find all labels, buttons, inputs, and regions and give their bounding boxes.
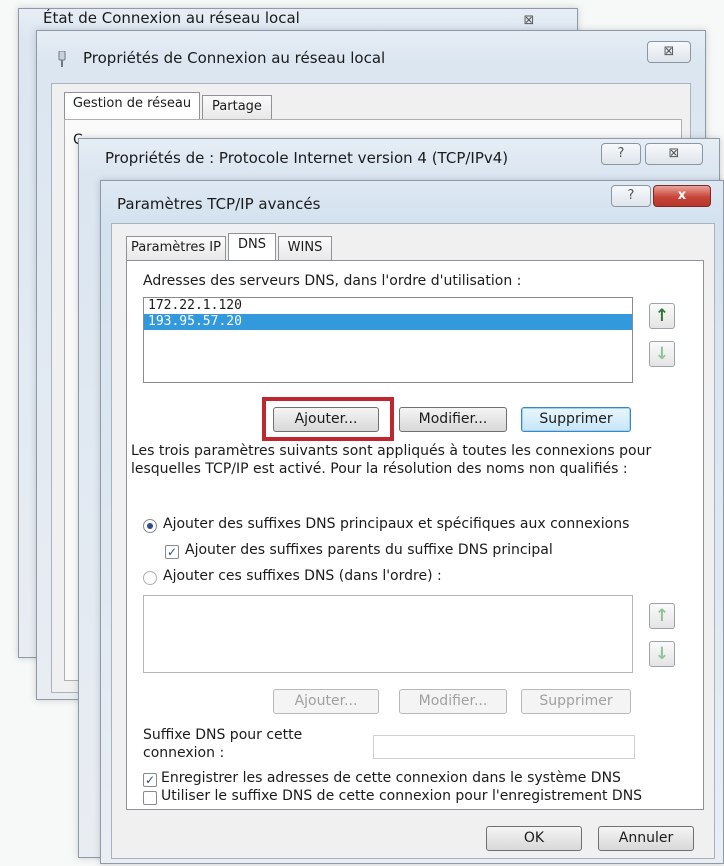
connection-suffix-label-line2: connexion : <box>143 745 225 761</box>
dialog-help-icon[interactable]: ? <box>611 185 651 207</box>
dialog-body: Paramètres IP DNS WINS Adresses des serv… <box>111 223 715 859</box>
checkbox-parent-suffixes-label: Ajouter des suffixes parents du suffixe … <box>185 542 553 558</box>
delete-suffix-button[interactable]: Supprimer <box>521 689 631 714</box>
delete-dns-server-button[interactable]: Supprimer <box>521 407 631 432</box>
cancel-button[interactable]: Annuler <box>598 826 694 851</box>
tab-wins[interactable]: WINS <box>278 236 332 260</box>
checkbox-use-suffix-registration-label: Utiliser le suffixe DNS de cette connexi… <box>161 788 643 804</box>
checkbox-use-suffix-registration[interactable] <box>143 791 157 805</box>
checkbox-register-addresses[interactable]: ✓ <box>143 773 157 787</box>
move-up-arrow-icon[interactable]: ↑ <box>649 303 675 329</box>
modify-suffix-button[interactable]: Modifier... <box>399 689 507 714</box>
dialog-close-icon[interactable]: x <box>653 185 711 207</box>
connection-suffix-input[interactable] <box>373 735 635 759</box>
dns-server-item[interactable]: 172.22.1.120 <box>144 298 632 314</box>
radio-ordered-suffixes-label: Ajouter ces suffixes DNS (dans l'ordre) … <box>163 568 442 584</box>
window-ipv4-close-icon[interactable]: ⊠ <box>645 143 703 165</box>
window-connection-properties-close-icon[interactable]: ⊠ <box>647 41 691 63</box>
add-dns-server-button[interactable]: Ajouter... <box>273 407 379 432</box>
checkbox-parent-suffixes[interactable]: ✓ <box>165 545 179 559</box>
add-suffix-button[interactable]: Ajouter... <box>273 689 379 714</box>
modify-dns-server-button[interactable]: Modifier... <box>399 407 507 432</box>
ok-button[interactable]: OK <box>486 826 582 851</box>
tab-partage[interactable]: Partage <box>202 95 272 119</box>
tab-parametres-ip[interactable]: Paramètres IP <box>126 236 226 260</box>
dns-suffixes-list[interactable] <box>143 595 633 673</box>
dns-tab-panel: Adresses des serveurs DNS, dans l'ordre … <box>126 260 704 810</box>
dialog-advanced-tcpip: Paramètres TCP/IP avancés ? x Paramètres… <box>100 180 724 864</box>
radio-primary-suffixes-label: Ajouter des suffixes DNS principaux et s… <box>163 516 630 532</box>
tab-gestion-reseau[interactable]: Gestion de réseau <box>64 92 200 119</box>
window-connection-properties-title: Propriétés de Connexion au réseau local <box>83 49 386 67</box>
radio-ordered-suffixes[interactable] <box>143 571 157 585</box>
move-down-arrow-icon[interactable]: ↓ <box>649 341 675 367</box>
radio-primary-suffixes[interactable] <box>143 519 157 533</box>
suffix-move-down-arrow-icon[interactable]: ↓ <box>649 641 675 667</box>
info-text-line1: Les trois paramètres suivants sont appli… <box>131 443 652 459</box>
info-text-line2: lesquelles TCP/IP est activé. Pour la ré… <box>131 461 628 477</box>
dns-server-item-selected[interactable]: 193.95.57.20 <box>144 314 632 330</box>
dns-servers-label: Adresses des serveurs DNS, dans l'ordre … <box>143 273 522 289</box>
dns-servers-list[interactable]: 172.22.1.120 193.95.57.20 <box>143 297 633 383</box>
connection-suffix-label-line1: Suffixe DNS pour cette <box>143 727 303 743</box>
checkbox-register-addresses-label: Enregistrer les adresses de cette connex… <box>161 770 621 786</box>
suffix-move-up-arrow-icon[interactable]: ↑ <box>649 603 675 629</box>
window-ipv4-help-icon[interactable]: ? <box>601 143 641 165</box>
tab-dns[interactable]: DNS <box>228 233 276 260</box>
